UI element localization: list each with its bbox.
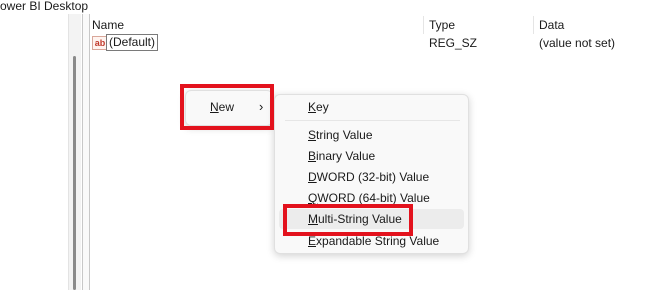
submenu-item-dword-value[interactable]: DWORD (32-bit) Value [275,167,468,187]
column-divider[interactable] [423,16,424,34]
registry-value-row[interactable]: ab (Default) REG_SZ (value not set) [92,34,670,52]
pane-splitter[interactable] [82,14,90,290]
tree-scrollbar[interactable] [68,14,81,290]
window-path-title: ower BI Desktop [0,0,89,13]
submenu-item-label: DWORD (32-bit) Value [308,170,430,184]
submenu-item-label: Binary Value [308,149,376,163]
annotation-box-multi-string [283,204,413,236]
value-name[interactable]: (Default) [106,34,159,51]
submenu-item-binary-value[interactable]: Binary Value [275,146,468,166]
column-header-name[interactable]: Name [92,18,124,32]
menu-separator [285,120,460,121]
values-list-header: Name Type Data [92,16,670,34]
submenu-item-string-value[interactable]: String Value [275,125,468,145]
value-data: (value not set) [539,36,616,50]
value-type: REG_SZ [429,36,478,50]
tree-scrollbar-thumb[interactable] [73,56,76,290]
column-header-type[interactable]: Type [429,18,455,32]
column-header-data[interactable]: Data [539,18,564,32]
submenu-item-key[interactable]: Key [275,97,468,117]
column-divider[interactable] [533,16,534,34]
submenu-item-label: String Value [308,128,373,142]
annotation-box-new [180,84,274,130]
submenu-item-label: Key [308,100,329,114]
